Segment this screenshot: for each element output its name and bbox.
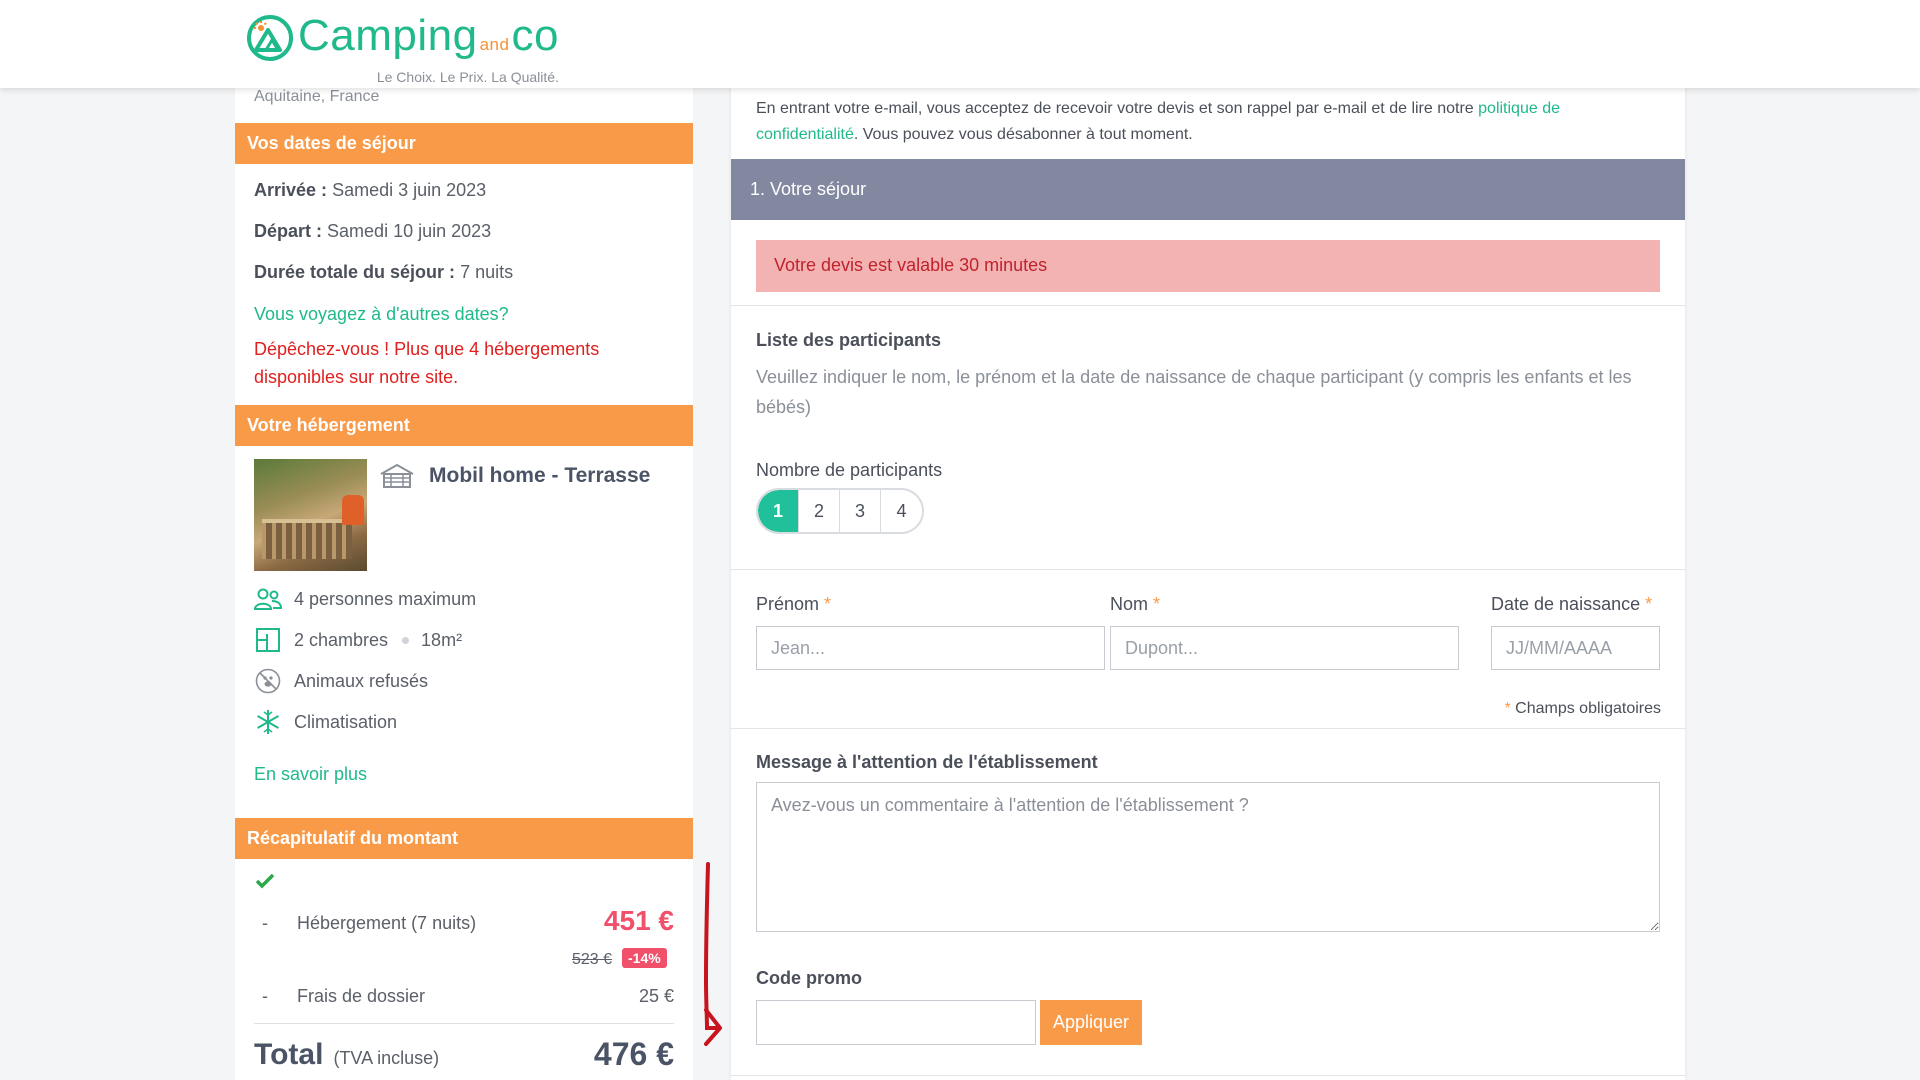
- participant-count-option[interactable]: 4: [881, 490, 922, 532]
- duration-line: Durée totale du séjour : 7 nuits: [254, 262, 513, 283]
- site-logo[interactable]: Camping and co Le Choix. Le Prix. La Qua…: [246, 10, 559, 85]
- message-textarea[interactable]: [756, 782, 1660, 932]
- no-pets-icon: [254, 668, 282, 694]
- divider: [731, 728, 1685, 729]
- firstname-label: Prénom *: [756, 594, 831, 615]
- departure-line: Départ : Samedi 10 juin 2023: [254, 221, 491, 242]
- learn-more-link[interactable]: En savoir plus: [254, 764, 367, 785]
- booking-summary-sidebar: Aquitaine, France Vos dates de séjour Ar…: [235, 88, 693, 1080]
- departure-label: Départ :: [254, 221, 323, 241]
- apply-promo-button[interactable]: Appliquer: [1040, 1000, 1142, 1045]
- dates-section-header: Vos dates de séjour: [235, 123, 693, 164]
- feature-capacity: 4 personnes maximum: [254, 586, 476, 612]
- step-header: 1. Votre séjour: [731, 159, 1685, 220]
- lastname-label: Nom *: [1110, 594, 1160, 615]
- logo-and-text: and: [479, 35, 510, 54]
- lodging-label: Hébergement (7 nuits): [297, 913, 477, 933]
- firstname-label-text: Prénom: [756, 594, 820, 614]
- arrival-label: Arrivée :: [254, 180, 328, 200]
- lastname-input[interactable]: [1110, 626, 1459, 670]
- required-asterisk: *: [824, 594, 832, 614]
- participant-count-label: Nombre de participants: [756, 460, 943, 480]
- promo-title: Code promo: [756, 968, 862, 988]
- logo-co-text: co: [511, 11, 559, 60]
- availability-warning-line1: Dépêchez-vous ! Plus que 4 hébergements: [254, 339, 600, 359]
- required-asterisk: *: [1153, 594, 1161, 614]
- birthdate-label: Date de naissance *: [1491, 594, 1652, 615]
- total-label: Total: [254, 1038, 324, 1071]
- old-price: 523 €: [572, 951, 613, 968]
- participant-count-option[interactable]: 1: [758, 490, 799, 532]
- quote-validity-alert: Votre devis est valable 30 minutes: [756, 240, 1660, 292]
- feature-rooms: 2 chambres 18m²: [254, 627, 462, 653]
- consent-text-before: En entrant votre e-mail, vous acceptez d…: [756, 100, 1479, 117]
- floorplan-icon: [254, 627, 282, 653]
- participant-count-selector: 1 2 3 4: [756, 488, 924, 534]
- birthdate-label-text: Date de naissance: [1491, 594, 1641, 614]
- divider: [731, 305, 1685, 306]
- location-text: Aquitaine, France: [254, 88, 380, 105]
- mobile-home-icon: [380, 463, 414, 488]
- accommodation-photo[interactable]: [254, 459, 367, 571]
- divider: [731, 1075, 1685, 1076]
- participant-count-option[interactable]: 2: [799, 490, 840, 532]
- feature-area-text: 18m²: [421, 629, 463, 650]
- snowflake-icon: [254, 709, 282, 735]
- firstname-input[interactable]: [756, 626, 1105, 670]
- consent-text-after: . Vous pouvez vous désabonner à tout mom…: [853, 126, 1193, 143]
- participant-count-option[interactable]: 3: [840, 490, 881, 532]
- participants-help: Veuillez indiquer le nom, le prénom et l…: [756, 367, 1632, 417]
- red-arrow-annotation: [703, 862, 722, 1046]
- arrival-line: Arrivée : Samedi 3 juin 2023: [254, 180, 486, 201]
- feature-pets: Animaux refusés: [254, 668, 428, 694]
- duration-label: Durée totale du séjour :: [254, 262, 456, 282]
- lastname-label-text: Nom: [1110, 594, 1149, 614]
- required-note-text: Champs obligatoires: [1515, 700, 1661, 717]
- total-row: Total (TVA incluse): [254, 1038, 439, 1072]
- consent-text: En entrant votre e-mail, vous acceptez d…: [756, 96, 1656, 148]
- other-dates-link[interactable]: Vous voyagez à d'autres dates?: [254, 304, 509, 325]
- discount-badge: -14%: [622, 948, 667, 968]
- arrival-value: Samedi 3 juin 2023: [332, 180, 487, 200]
- divider: [731, 569, 1685, 570]
- lodging-price: 451 €: [603, 905, 674, 936]
- feature-aircon-text: Climatisation: [294, 711, 398, 732]
- required-asterisk: *: [1645, 594, 1653, 614]
- feature-pets-text: Animaux refusés: [294, 670, 429, 691]
- required-asterisk: *: [1504, 700, 1511, 717]
- promo-code-input[interactable]: [756, 1000, 1036, 1045]
- fees-label: Frais de dossier: [297, 986, 426, 1006]
- logo-camping-text: Camping: [298, 11, 478, 60]
- feature-rooms-text: 2 chambres: [294, 629, 389, 650]
- summary-divider: [254, 1023, 674, 1024]
- booking-form: En entrant votre e-mail, vous acceptez d…: [731, 88, 1685, 1080]
- message-title: Message à l'attention de l'établissement: [756, 752, 1098, 772]
- lodging-dash: -: [262, 913, 268, 933]
- site-header: Camping and co Le Choix. Le Prix. La Qua…: [0, 0, 1920, 88]
- birthdate-input[interactable]: [1491, 626, 1660, 670]
- required-fields-note: * Champs obligatoires: [1504, 700, 1661, 718]
- people-icon: [254, 586, 282, 612]
- fees-price: 25 €: [638, 986, 674, 1006]
- departure-value: Samedi 10 juin 2023: [327, 221, 492, 241]
- availability-warning-line2: disponibles sur notre site.: [254, 367, 459, 387]
- fees-dash: -: [262, 986, 268, 1006]
- total-note: (TVA incluse): [333, 1048, 440, 1068]
- separator-dot: [402, 636, 410, 644]
- feature-capacity-text: 4 personnes maximum: [294, 588, 477, 609]
- accommodation-section-header: Votre hébergement: [235, 405, 693, 446]
- logo-tagline: Le Choix. Le Prix. La Qualité.: [376, 69, 559, 85]
- check-icon: [255, 873, 275, 889]
- camping-logo-icon: [247, 15, 293, 61]
- summary-section-header: Récapitulatif du montant: [235, 818, 693, 859]
- duration-value: 7 nuits: [460, 262, 514, 282]
- accommodation-name: Mobil home - Terrasse: [429, 464, 651, 487]
- total-price: 476 €: [593, 1036, 674, 1072]
- participants-title: Liste des participants: [756, 330, 942, 350]
- feature-aircon: Climatisation: [254, 709, 397, 735]
